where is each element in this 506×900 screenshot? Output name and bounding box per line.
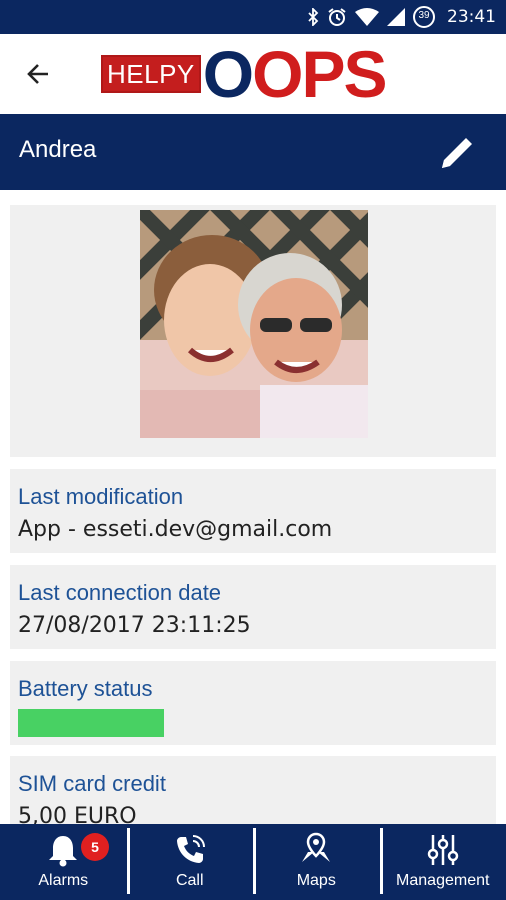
nav-management[interactable]: Management bbox=[379, 824, 506, 900]
bluetooth-icon bbox=[307, 8, 319, 26]
profile-photo[interactable] bbox=[140, 210, 368, 438]
battery-percent: 39 bbox=[418, 10, 430, 21]
status-bar: 39 23:41 bbox=[0, 0, 506, 34]
wifi-icon bbox=[355, 8, 379, 26]
battery-icon: 39 bbox=[413, 6, 435, 28]
map-pin-icon bbox=[302, 832, 331, 862]
nav-call[interactable]: Call bbox=[126, 824, 254, 900]
bottom-nav: 5 Alarms Call Maps Management bbox=[0, 824, 506, 900]
back-button[interactable] bbox=[24, 60, 52, 88]
last-modification-label: Last modification bbox=[18, 484, 184, 509]
nav-maps[interactable]: Maps bbox=[253, 824, 380, 900]
page-title: Andrea bbox=[19, 136, 97, 163]
phone-icon bbox=[176, 835, 205, 863]
edit-button[interactable] bbox=[436, 132, 478, 179]
last-modification-value: App - esseti.dev@gmail.com bbox=[18, 517, 333, 542]
title-bar: Andrea bbox=[0, 114, 506, 190]
last-modification-card: Last modification App - esseti.dev@gmail… bbox=[10, 469, 496, 553]
nav-alarms[interactable]: 5 Alarms bbox=[0, 824, 127, 900]
pencil-icon bbox=[442, 138, 472, 168]
photo-card bbox=[10, 205, 496, 457]
app-header: HELPY O OPS bbox=[0, 34, 506, 114]
status-time: 23:41 bbox=[447, 7, 496, 27]
battery-label: Battery status bbox=[18, 676, 153, 701]
logo-oops-rest: OPS bbox=[252, 37, 387, 111]
battery-card: Battery status bbox=[10, 661, 496, 745]
last-connection-card: Last connection date 27/08/2017 23:11:25 bbox=[10, 565, 496, 649]
nav-management-label: Management bbox=[396, 872, 490, 889]
nav-maps-label: Maps bbox=[296, 872, 336, 889]
nav-alarms-label: Alarms bbox=[38, 872, 89, 889]
alarms-badge: 5 bbox=[81, 833, 109, 861]
sim-credit-value: 5,00 EURO bbox=[18, 804, 137, 824]
signal-icon bbox=[387, 8, 405, 26]
sim-credit-card: SIM card credit 5,00 EURO bbox=[10, 756, 496, 824]
arrow-left-icon bbox=[27, 64, 48, 84]
alarm-icon bbox=[327, 7, 347, 27]
battery-level-bar bbox=[18, 709, 164, 737]
logo-o-first: O bbox=[202, 37, 254, 111]
nav-call-label: Call bbox=[175, 872, 204, 889]
logo-helpy: HELPY bbox=[101, 55, 201, 93]
logo-oops: O OPS bbox=[202, 37, 388, 111]
sliders-icon bbox=[427, 835, 458, 865]
bell-icon bbox=[49, 836, 78, 867]
content-area[interactable]: Last modification App - esseti.dev@gmail… bbox=[0, 190, 506, 824]
last-connection-label: Last connection date bbox=[18, 580, 222, 605]
app-logo: HELPY O OPS bbox=[101, 37, 388, 111]
sim-credit-label: SIM card credit bbox=[18, 771, 166, 796]
last-connection-value: 27/08/2017 23:11:25 bbox=[18, 613, 251, 638]
